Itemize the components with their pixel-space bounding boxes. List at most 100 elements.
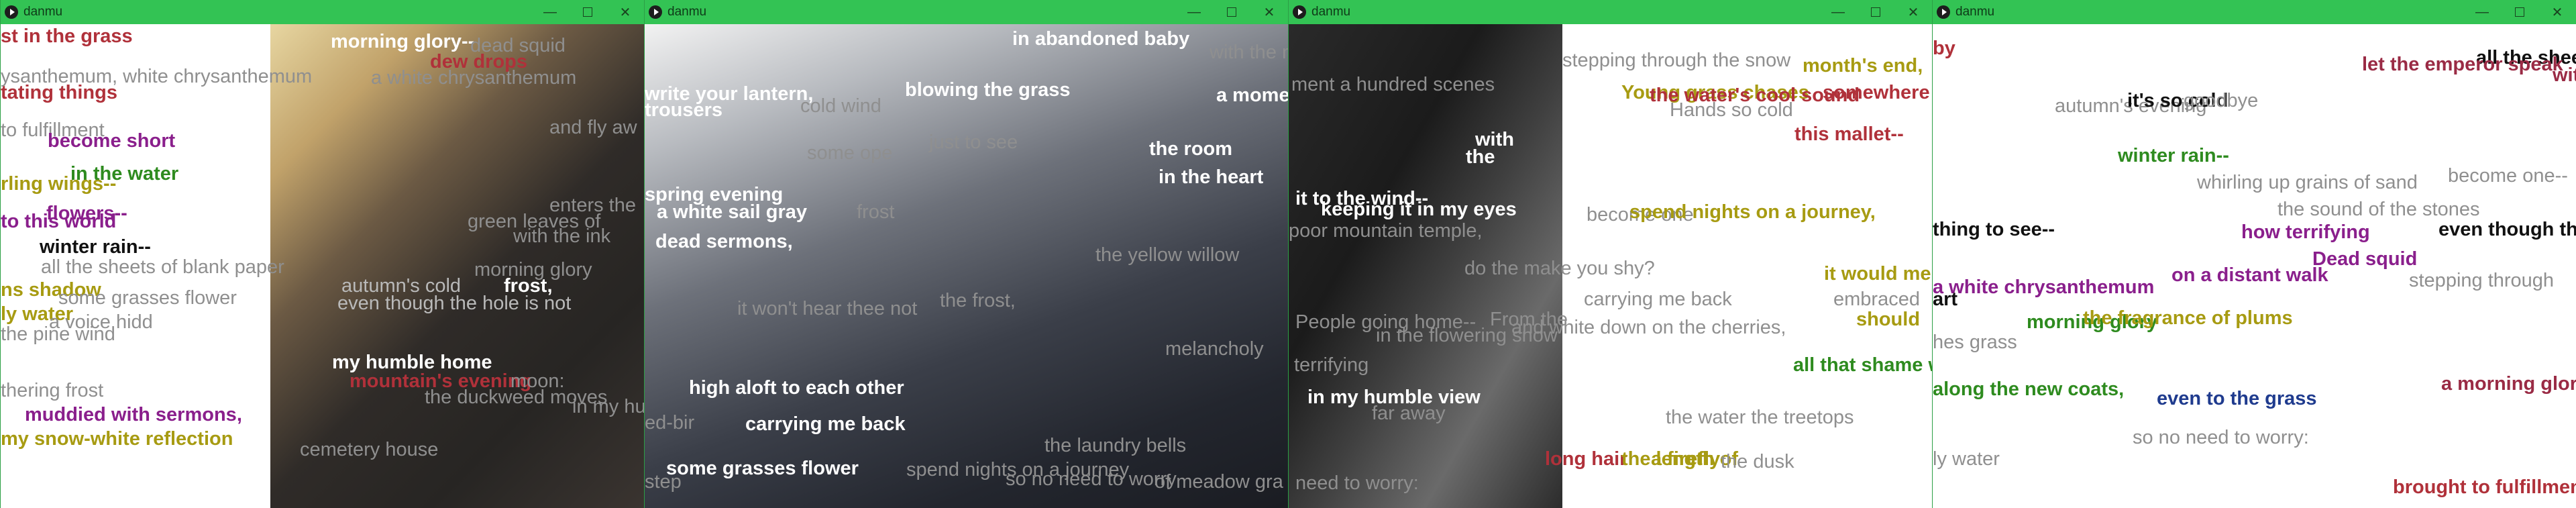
danmu-comment: the frost, — [940, 290, 1016, 311]
danmu-comment: with t — [2553, 64, 2576, 86]
danmu-comment: with the moon — [1210, 42, 1288, 63]
danmu-window-1: danmu — ✕ st in the grass ysanthemum, wh… — [0, 0, 644, 508]
danmu-comment: art — [1933, 289, 1958, 310]
danmu-comment: rling wings-- — [1, 173, 117, 195]
danmu-comment: whirling up grains of sand — [2197, 172, 2418, 193]
danmu-comment: in the flowering snow — [1376, 325, 1558, 346]
danmu-comment: carrying me back — [1584, 289, 1732, 310]
danmu-comment: by — [1933, 38, 1955, 59]
danmu-canvas: in abandoned baby with the moon write yo… — [645, 24, 1288, 508]
maximize-button[interactable] — [2501, 0, 2538, 24]
danmu-comment: some grasses flower — [58, 287, 237, 309]
danmu-comment: and fly aw — [549, 117, 637, 138]
title-bar[interactable]: danmu — ✕ — [645, 0, 1288, 24]
danmu-comment: even to the grass — [2157, 388, 2317, 409]
danmu-comment: muddied with sermons, — [25, 404, 242, 425]
title-bar[interactable]: danmu — ✕ — [1933, 0, 2576, 24]
close-button[interactable]: ✕ — [1894, 0, 1932, 24]
title-bar[interactable]: danmu — ✕ — [1, 0, 644, 24]
danmu-comment: goodbye — [2184, 90, 2259, 111]
danmu-comment: in abandoned baby — [1012, 28, 1190, 50]
danmu-comment: the laundry bells — [1044, 435, 1187, 456]
danmu-comment: become short — [48, 130, 176, 152]
danmu-comment: dead sermons, — [655, 231, 793, 252]
danmu-comment: a firefly — [1651, 448, 1721, 470]
danmu-comment: cold wind — [800, 95, 881, 117]
danmu-comment: it won't hear thee not — [737, 298, 918, 319]
danmu-window-4: danmu — ✕ by all the sheets let the empe… — [1932, 0, 2576, 508]
danmu-window-3: danmu — ✕ stepping through the snow mont… — [1288, 0, 1932, 508]
danmu-comment: embraced — [1833, 289, 1920, 310]
danmu-comment: it would me — [1824, 263, 1931, 285]
minimize-button[interactable]: — — [1819, 0, 1857, 24]
danmu-comment: st in the grass — [1, 26, 133, 47]
danmu-comment: melancholy — [1165, 338, 1264, 360]
danmu-comment: in my hu — [572, 396, 644, 417]
window-title: danmu — [1311, 5, 1351, 19]
danmu-comment: the dusk — [1721, 451, 1794, 472]
danmu-comment: ly water — [1933, 448, 2000, 470]
danmu-comment: carrying me back — [745, 413, 906, 435]
danmu-canvas: stepping through the snow month's end, m… — [1289, 24, 1932, 508]
danmu-comment: some grasses flower — [666, 458, 859, 479]
danmu-comment: a moment — [1216, 85, 1288, 106]
close-button[interactable]: ✕ — [1250, 0, 1288, 24]
danmu-comment: on a distant walk — [2171, 264, 2328, 286]
danmu-comment: the sound of the stones — [2277, 199, 2480, 220]
danmu-comment: spend nights on a journey, — [1629, 201, 1876, 223]
danmu-comment: along the new coats, — [1933, 378, 2125, 400]
close-button[interactable]: ✕ — [2538, 0, 2576, 24]
danmu-comment: all the sheets of blank paper — [41, 256, 284, 278]
danmu-comment: a white sail gray — [657, 201, 808, 223]
danmu-comment: this mallet-- — [1794, 123, 1904, 145]
minimize-button[interactable]: — — [1175, 0, 1213, 24]
danmu-canvas: st in the grass ysanthemum, white chrysa… — [1, 24, 644, 508]
minimize-button[interactable]: — — [531, 0, 569, 24]
danmu-comment: do the make you shy? — [1464, 258, 1655, 279]
title-bar[interactable]: danmu — ✕ — [1289, 0, 1932, 24]
play-icon — [1293, 5, 1306, 19]
danmu-comment: cemetery house — [300, 439, 439, 460]
danmu-comment: ed-bir — [645, 412, 695, 434]
danmu-comment: a white chrysanthemum — [371, 67, 577, 89]
play-icon — [649, 5, 662, 19]
danmu-comment: frost — [857, 201, 895, 223]
maximize-button[interactable] — [569, 0, 606, 24]
close-button[interactable]: ✕ — [606, 0, 644, 24]
danmu-comment: my snow-white reflection — [1, 428, 233, 450]
danmu-comment: long hair — [1545, 448, 1627, 470]
danmu-comment: so no need to worry — [1006, 468, 1177, 490]
danmu-comment: step — [645, 471, 682, 493]
danmu-comment: a white chrysanthemum — [1933, 276, 2155, 298]
danmu-comment: the — [1466, 146, 1495, 168]
danmu-comment: ment a hundred scenes — [1291, 74, 1495, 95]
danmu-comment: with the ink — [513, 225, 611, 247]
danmu-comment: blowing the grass — [905, 79, 1071, 101]
danmu-comment: a morning glor — [2441, 373, 2576, 395]
danmu-comment: morning glory-- — [331, 31, 475, 52]
danmu-comment: the fragrance of plums — [2083, 307, 2293, 329]
play-icon — [1937, 5, 1950, 19]
danmu-comment: terrifying — [1294, 354, 1369, 376]
danmu-comment: stepping through — [2409, 270, 2555, 291]
danmu-comment: the water the treetops — [1666, 407, 1854, 428]
danmu-comment: so no need to worry: — [2133, 427, 2309, 448]
danmu-comment: keeping it in my eyes — [1321, 199, 1517, 220]
maximize-icon — [1871, 7, 1880, 17]
danmu-comment: high aloft to each other — [689, 377, 904, 399]
minimize-button[interactable]: — — [2463, 0, 2501, 24]
danmu-comment: stepping through the snow — [1562, 50, 1791, 71]
danmu-comment: need to worry: — [1295, 472, 1419, 494]
danmu-comment: some ope — [807, 142, 893, 164]
maximize-button[interactable] — [1213, 0, 1250, 24]
maximize-button[interactable] — [1857, 0, 1894, 24]
window-title: danmu — [1955, 5, 1995, 19]
danmu-comment: how terrifying — [2241, 221, 2370, 243]
maximize-icon — [583, 7, 592, 17]
danmu-window-2: danmu — ✕ in abandoned baby with the moo… — [644, 0, 1288, 508]
danmu-comment: even though th — [2438, 219, 2576, 240]
danmu-comment: my humble home — [332, 352, 492, 373]
danmu-comment: month's end, — [1803, 55, 1923, 77]
danmu-comment: brought to fulfillmen — [2393, 476, 2576, 498]
danmu-comment: just to see — [929, 132, 1018, 153]
